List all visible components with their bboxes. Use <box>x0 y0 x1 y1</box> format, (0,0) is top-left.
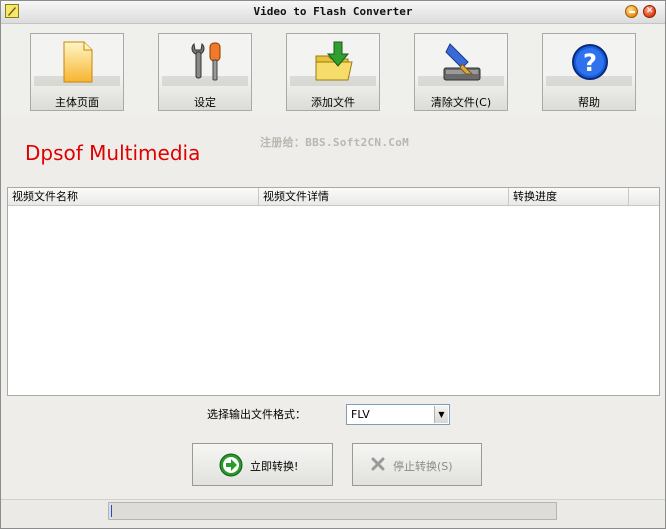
minimize-button[interactable] <box>625 5 638 18</box>
main-window: Video to Flash Converter ✕ 主体页面 设定 添加文件 … <box>0 0 666 529</box>
toolbar: 主体页面 设定 添加文件 清除文件(C) ? 帮助 <box>1 24 665 116</box>
clear-broom-icon <box>443 43 481 81</box>
stop-x-icon <box>371 457 385 471</box>
toolbar-label: 设定 <box>194 96 216 109</box>
stop-convert-button[interactable]: 停止转换(S) <box>352 443 482 486</box>
toolbar-button-help[interactable]: ? 帮助 <box>542 33 636 111</box>
toolbar-label: 清除文件(C) <box>430 96 492 109</box>
brand-text: Dpsof Multimedia <box>25 141 201 165</box>
list-header: 视频文件名称 视频文件详情 转换进度 <box>8 188 659 206</box>
registration-text: 注册给：BBS.Soft2CN.CoM <box>260 136 410 149</box>
tools-icon <box>191 42 221 81</box>
svg-text:?: ? <box>583 49 597 77</box>
close-icon: ✕ <box>646 6 654 16</box>
page-icon <box>63 41 93 83</box>
window-title: Video to Flash Converter <box>253 5 413 18</box>
toolbar-label: 主体页面 <box>55 96 99 109</box>
column-header-progress[interactable]: 转换进度 <box>509 188 629 205</box>
banner: Dpsof Multimedia 注册给：BBS.Soft2CN.CoM <box>1 119 665 183</box>
convert-now-button[interactable]: 立即转换! <box>192 443 333 486</box>
video-file-list[interactable]: 视频文件名称 视频文件详情 转换进度 <box>7 187 660 396</box>
toolbar-button-clear[interactable]: 清除文件(C) <box>414 33 508 111</box>
toolbar-button-settings[interactable]: 设定 <box>158 33 252 111</box>
minimize-icon <box>629 11 635 13</box>
output-format-select[interactable]: FLV ▼ <box>346 404 450 425</box>
output-format-label: 选择输出文件格式： <box>207 408 306 421</box>
column-header-name[interactable]: 视频文件名称 <box>8 188 259 205</box>
toolbar-label: 帮助 <box>578 96 600 109</box>
toolbar-label: 添加文件 <box>311 96 355 109</box>
help-icon: ? <box>572 44 608 80</box>
stop-convert-label: 停止转换(S) <box>393 460 453 473</box>
convert-now-label: 立即转换! <box>250 460 299 473</box>
status-bar <box>1 499 665 528</box>
conversion-progress-bar <box>108 502 557 520</box>
toolbar-button-home[interactable]: 主体页面 <box>30 33 124 111</box>
progress-caret <box>111 505 112 517</box>
chevron-down-icon[interactable]: ▼ <box>434 406 448 423</box>
add-folder-icon <box>315 41 353 81</box>
title-bar[interactable]: Video to Flash Converter ✕ <box>1 1 665 24</box>
close-button[interactable]: ✕ <box>643 5 656 18</box>
column-header-details[interactable]: 视频文件详情 <box>259 188 509 205</box>
output-format-value: FLV <box>351 408 370 421</box>
go-arrow-icon <box>219 453 243 477</box>
toolbar-button-add-file[interactable]: 添加文件 <box>286 33 380 111</box>
